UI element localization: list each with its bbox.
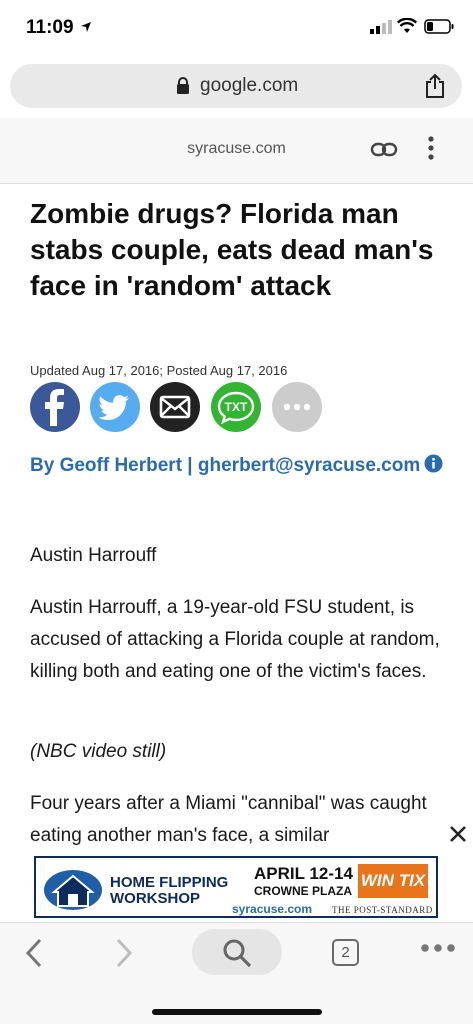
more-icon — [283, 403, 311, 411]
ad-venue: CROWNE PLAZA — [254, 884, 352, 898]
article-headline: Zombie drugs? Florida man stabs couple, … — [30, 198, 434, 301]
status-time: 11:09 — [26, 17, 74, 38]
twitter-share-button[interactable] — [90, 382, 140, 432]
email-icon — [159, 395, 191, 419]
ad-banner[interactable]: HOME FLIPPING WORKSHOP APRIL 12-14 CROWN… — [34, 856, 438, 918]
tab-switcher-button[interactable]: 2 — [332, 939, 359, 966]
sms-share-button[interactable]: TXT — [211, 382, 261, 432]
status-bar: 11:09 — [0, 0, 473, 58]
battery-icon — [424, 19, 454, 34]
back-arrow-icon[interactable] — [22, 937, 46, 969]
byline-text[interactable]: By Geoff Herbert | gherbert@syracuse.com — [30, 455, 420, 476]
search-icon — [223, 939, 252, 968]
sms-label: TXT — [225, 400, 248, 414]
ad-cta-button[interactable]: WIN TIX — [358, 864, 428, 898]
ad-title-line1: HOME FLIPPING — [110, 874, 229, 891]
twitter-icon — [98, 395, 129, 420]
url-text[interactable]: google.com — [200, 75, 298, 97]
ad-title-line2: WORKSHOP — [110, 890, 200, 907]
facebook-icon — [45, 389, 64, 426]
photo-caption-text: Austin Harrouff, a 19-year-old FSU stude… — [30, 597, 440, 682]
lock-icon — [177, 77, 189, 94]
photo-credit: (NBC video still) — [30, 741, 167, 762]
share-icon[interactable] — [424, 73, 446, 99]
facebook-share-button[interactable] — [30, 382, 80, 432]
close-icon — [450, 826, 466, 842]
more-share-button[interactable] — [272, 382, 322, 432]
site-name[interactable]: syracuse.com — [0, 140, 473, 158]
ad-strip: HOME FLIPPING WORKSHOP APRIL 12-14 CROWN… — [0, 852, 473, 922]
ad-close-button[interactable] — [444, 820, 472, 848]
ad-sponsor-syracuse: syracuse.com — [232, 902, 313, 916]
link-icon[interactable] — [370, 139, 398, 161]
article-byline[interactable]: By Geoff Herbert | gherbert@syracuse.com — [30, 452, 450, 480]
ad-date: APRIL 12-14 — [254, 864, 353, 883]
info-icon[interactable] — [424, 454, 443, 473]
sms-icon: TXT — [217, 391, 255, 425]
cellular-signal-icon — [370, 20, 392, 34]
article-dateline: Updated Aug 17, 2016; Posted Aug 17, 201… — [30, 363, 288, 378]
address-bar[interactable]: google.com — [10, 64, 462, 108]
more-horizontal-icon[interactable] — [420, 943, 456, 953]
home-indicator[interactable] — [152, 1009, 322, 1015]
house-logo-icon — [44, 870, 102, 910]
location-arrow-icon — [81, 22, 91, 32]
more-vertical-icon[interactable] — [427, 135, 435, 161]
search-button[interactable] — [192, 929, 282, 975]
ad-sponsor-post-standard: THE POST-STANDARD — [332, 905, 433, 915]
photo-caption-name: Austin Harrouff — [30, 545, 157, 566]
article-body-paragraph: Four years after a Miami "cannibal" was … — [30, 793, 427, 846]
wifi-icon — [397, 18, 417, 33]
forward-arrow-icon[interactable] — [112, 937, 136, 969]
amp-header: syracuse.com — [0, 118, 473, 184]
browser-toolbar: 2 — [0, 922, 473, 1024]
email-share-button[interactable] — [150, 382, 200, 432]
